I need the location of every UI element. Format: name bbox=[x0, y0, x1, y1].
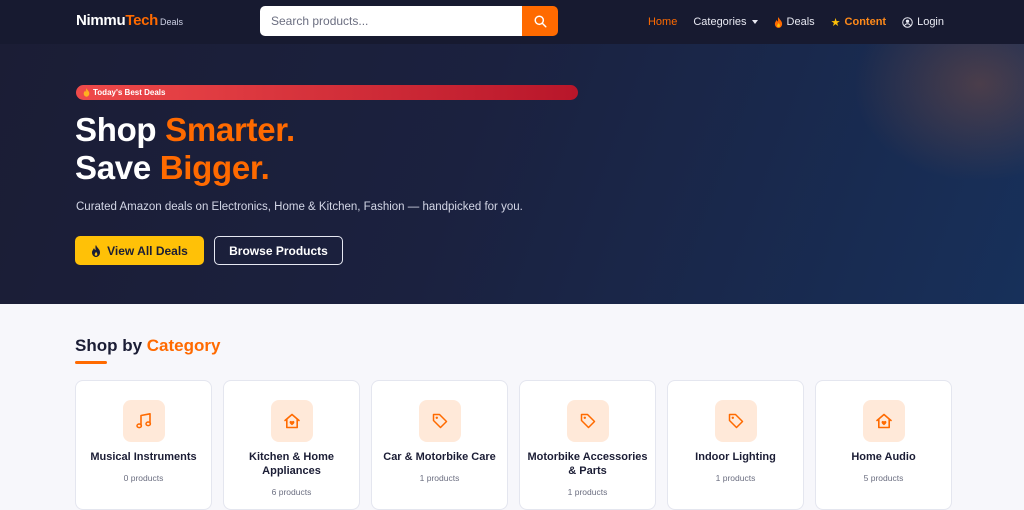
hero-headline: Shop Smarter. Save Bigger. bbox=[75, 111, 295, 187]
user-circle-icon bbox=[902, 16, 913, 28]
hero-line-1-accent: Smarter. bbox=[165, 111, 295, 148]
category-card[interactable]: Car & Motorbike Care 1 products bbox=[371, 380, 508, 510]
music-note-icon bbox=[136, 413, 152, 429]
card-icon-box bbox=[715, 400, 757, 442]
category-card[interactable]: Kitchen & Home Appliances 6 products bbox=[223, 380, 360, 510]
category-count: 1 products bbox=[419, 473, 460, 483]
nav-home[interactable]: Home bbox=[648, 16, 677, 28]
category-count: 0 products bbox=[123, 473, 164, 483]
nav-categories[interactable]: Categories bbox=[693, 16, 758, 28]
section-title-accent: Category bbox=[146, 336, 221, 355]
hero-line-2: Save Bigger. bbox=[75, 149, 295, 187]
category-card[interactable]: Musical Instruments 0 products bbox=[75, 380, 212, 510]
house-heart-icon bbox=[876, 413, 892, 429]
card-icon-box bbox=[863, 400, 905, 442]
category-name: Motorbike Accessories & Parts bbox=[527, 451, 648, 477]
category-name: Indoor Lighting bbox=[695, 451, 776, 463]
search-icon bbox=[533, 14, 547, 28]
nav-login-label: Login bbox=[917, 16, 944, 28]
category-card[interactable]: Home Audio 5 products bbox=[815, 380, 952, 510]
search-input[interactable] bbox=[260, 6, 522, 36]
view-all-deals-label: View All Deals bbox=[107, 243, 188, 258]
category-count: 5 products bbox=[863, 473, 904, 483]
navbar: NimmuTechDeals Home Categories Deals ★ C… bbox=[0, 0, 1024, 44]
tag-icon bbox=[728, 413, 744, 429]
star-icon: ★ bbox=[830, 16, 841, 29]
category-cards: Musical Instruments 0 products Kitchen &… bbox=[75, 380, 952, 510]
fire-icon bbox=[92, 244, 101, 257]
hero-section: Today's Best Deals Shop Smarter. Save Bi… bbox=[0, 44, 1024, 304]
card-icon-box bbox=[419, 400, 461, 442]
chevron-down-icon bbox=[751, 20, 758, 24]
card-icon-box bbox=[567, 400, 609, 442]
card-icon-box bbox=[123, 400, 165, 442]
category-count: 6 products bbox=[271, 487, 312, 497]
brand-main: Nimmu bbox=[76, 12, 126, 29]
nav-login[interactable]: Login bbox=[902, 16, 944, 28]
nav-content-label: Content bbox=[844, 16, 887, 28]
brand-accent: Tech bbox=[125, 12, 159, 29]
deals-badge-label: Today's Best Deals bbox=[93, 88, 166, 97]
category-name: Home Audio bbox=[851, 451, 916, 463]
category-count: 1 products bbox=[567, 487, 608, 497]
view-all-deals-button[interactable]: View All Deals bbox=[75, 236, 204, 265]
nav-deals[interactable]: Deals bbox=[774, 16, 815, 28]
card-icon-box bbox=[271, 400, 313, 442]
section-title-white: Shop by bbox=[75, 336, 147, 355]
category-card[interactable]: Motorbike Accessories & Parts 1 products bbox=[519, 380, 656, 510]
hero-line-2-accent: Bigger. bbox=[159, 149, 270, 186]
category-name: Musical Instruments bbox=[90, 451, 197, 463]
fire-icon bbox=[83, 88, 90, 97]
fire-icon bbox=[774, 16, 782, 28]
hero-subtitle: Curated Amazon deals on Electronics, Hom… bbox=[76, 201, 523, 213]
nav-deals-label: Deals bbox=[786, 16, 815, 28]
hero-line-1: Shop Smarter. bbox=[75, 111, 295, 149]
search-button[interactable] bbox=[522, 6, 558, 36]
tag-icon bbox=[580, 413, 596, 429]
tag-icon bbox=[432, 413, 448, 429]
category-card[interactable]: Indoor Lighting 1 products bbox=[667, 380, 804, 510]
category-name: Kitchen & Home Appliances bbox=[249, 451, 334, 477]
brand-logo[interactable]: NimmuTech Deals bbox=[76, 12, 183, 29]
browse-products-button[interactable]: Browse Products bbox=[214, 236, 343, 265]
browse-products-label: Browse Products bbox=[229, 243, 328, 258]
brand-small: Deals bbox=[160, 17, 184, 27]
deals-badge: Today's Best Deals bbox=[76, 85, 578, 100]
nav-links: Home Categories Deals ★ Content Login bbox=[648, 0, 944, 44]
search-bar bbox=[260, 6, 558, 36]
section-underline bbox=[75, 361, 107, 364]
category-name: Car & Motorbike Care bbox=[383, 451, 496, 463]
category-count: 1 products bbox=[715, 473, 756, 483]
nav-content[interactable]: ★ Content bbox=[831, 16, 886, 29]
house-heart-icon bbox=[284, 413, 300, 429]
section-title: Shop by Category bbox=[75, 336, 220, 356]
nav-categories-label: Categories bbox=[693, 16, 747, 28]
hero-line-1-white: Shop bbox=[75, 111, 166, 148]
hero-line-2-white: Save bbox=[75, 149, 160, 186]
